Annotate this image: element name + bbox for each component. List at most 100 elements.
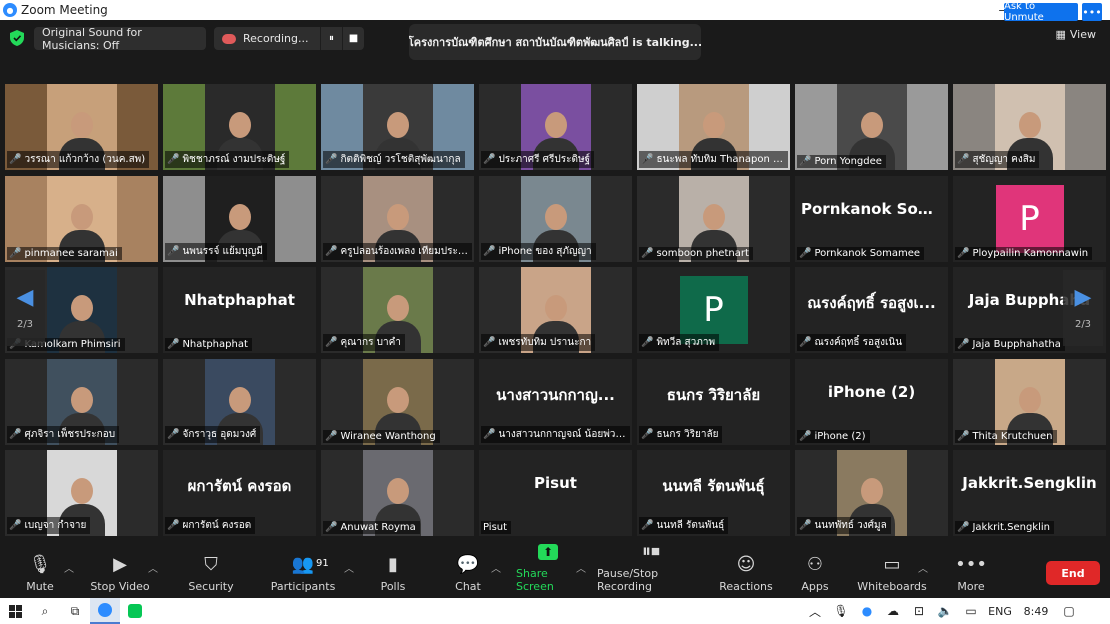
more-button[interactable]: ••• More <box>955 548 987 598</box>
stop-recording-button[interactable]: ■ <box>342 27 364 50</box>
person-head <box>386 478 409 504</box>
muted-microphone-icon: 🎤 <box>641 154 654 165</box>
mute-button[interactable]: 🎙 Mute <box>24 548 56 598</box>
participant-name-tag: 🎤 พิทวีล สุวภาพ <box>639 334 720 351</box>
ask-to-unmute-button[interactable]: Ask to Unmute <box>1004 1 1078 23</box>
chat-button[interactable]: 💬 Chat <box>454 548 482 598</box>
participant-tile[interactable]: 🎤 iPhone ของ สุภัญญา <box>479 175 632 262</box>
participant-tile[interactable]: 🎤 pinmanee saramai <box>5 175 158 262</box>
participant-tile[interactable]: P 🎤 พิทวีล สุวภาพ <box>637 267 790 353</box>
tray-battery-icon[interactable]: ▭ <box>958 604 984 618</box>
participant-tile[interactable]: Pornkanok Som... 🎤 Pornkanok Somamee <box>795 175 948 262</box>
participant-tile[interactable]: 🎤 Anuwat Royma <box>321 450 474 536</box>
apps-button[interactable]: ⚇ Apps <box>801 548 829 598</box>
participant-tile[interactable]: 🎤 ศุภจิรา เพ็ชรประกอบ <box>5 358 158 445</box>
participant-tile[interactable]: 🎤 ประภาศรี ศรีประดิษฐ์ <box>479 84 632 170</box>
participant-name-tag: 🎤 Jaja Bupphahatha <box>955 338 1065 351</box>
task-view-icon[interactable]: ⧉ <box>60 598 90 624</box>
share-screen-button[interactable]: ⬆ Share Screen <box>516 544 580 598</box>
microphone-icon: 🎙 <box>28 554 52 575</box>
language-indicator[interactable]: ENG <box>984 605 1016 618</box>
participant-tile[interactable]: 🎤 จักราวุธ อุดมวงศ์ <box>163 358 316 445</box>
participant-tile[interactable]: นางสาวนกกาญ... 🎤 นางสาวนกกาญจณ์ น้อยพ่วงค่… <box>479 358 632 445</box>
notification-center-icon[interactable]: ▢ <box>1056 604 1082 618</box>
tray-volume-icon[interactable]: 🔈 <box>932 604 958 618</box>
chat-options-caret-icon[interactable]: ︿ <box>491 560 501 575</box>
arrow-left-icon: ◀ <box>16 284 34 310</box>
windows-start-icon[interactable] <box>0 598 30 624</box>
participant-name-tag: 🎤 ประภาศรี ศรีประดิษฐ์ <box>481 151 595 168</box>
stop-video-button[interactable]: ▶ Stop Video <box>90 548 150 598</box>
participant-tile[interactable]: 🎤 ครูปลอนร้องเพลง เทียมประเสริฐ <box>321 175 474 262</box>
end-meeting-button[interactable]: End <box>1046 561 1100 585</box>
participant-tile[interactable]: 🎤 เพชรทับทิม ปรานะกา <box>479 267 632 353</box>
clock-time[interactable]: 8:49 <box>1016 605 1056 618</box>
participants-options-caret-icon[interactable]: ︿ <box>344 560 354 575</box>
participant-tile[interactable]: ณรงค์ฤทธิ์ รอสูงเ... 🎤 ณรงค์ฤทธิ์ รอสูงเนิ… <box>795 267 948 353</box>
reactions-label: Reactions <box>719 580 773 593</box>
tray-network-icon[interactable]: ⊡ <box>906 604 932 618</box>
search-icon[interactable]: ⌕ <box>30 598 60 624</box>
person-head <box>544 203 567 230</box>
participant-tile[interactable]: Pisut Pisut <box>479 450 632 536</box>
participant-tile[interactable]: 🎤 วรรณา แก้วกว้าง (วนค.สพ) <box>5 84 158 170</box>
participant-name-tag: 🎤 ศุภจิรา เพ็ชรประกอบ <box>7 425 120 443</box>
tray-cloud-icon[interactable]: ☁ <box>880 604 906 618</box>
participant-name-tag: 🎤 เบญจา กำจาย <box>7 517 91 534</box>
taskbar-zoom-app[interactable] <box>90 598 120 624</box>
tray-microphone-icon[interactable]: 🎙 <box>828 604 854 618</box>
person-head <box>860 478 883 504</box>
recording-indicator: Recording... ⏸ ■ <box>214 27 364 50</box>
participant-tile[interactable]: iPhone (2) 🎤 iPhone (2) <box>795 358 948 445</box>
participants-button[interactable]: 👥 Participants <box>271 548 336 598</box>
muted-microphone-icon: 🎤 <box>957 154 970 165</box>
participant-tile[interactable]: Nhatphaphat 🎤 Nhatphaphat <box>163 267 316 353</box>
participant-tile[interactable]: 🎤 somboon phetnart <box>637 175 790 262</box>
participant-tile[interactable]: 🎤ธนะพล ทับทิม Thanapon thubthim <box>637 84 790 170</box>
participant-tile[interactable]: 🎤 เบญจา กำจาย <box>5 450 158 536</box>
pause-recording-button[interactable]: ⏸ <box>320 27 342 50</box>
participant-tile[interactable]: P 🎤 Ploypailin Kamonnawin <box>953 175 1106 262</box>
tile-more-options-button[interactable]: ••• <box>1082 3 1102 21</box>
security-button[interactable]: ⛉ Security <box>188 548 234 598</box>
whiteboard-options-caret-icon[interactable]: ︿ <box>918 560 928 575</box>
polls-button[interactable]: ▮ Polls <box>378 548 408 598</box>
participant-tile[interactable]: 🎤 Thita Krutchuen <box>953 358 1106 445</box>
view-button[interactable]: ▦ View <box>1055 28 1096 41</box>
participant-tile[interactable]: 🎤 สุชัญญา คงสิม <box>953 84 1106 170</box>
audio-options-caret-icon[interactable]: ︿ <box>64 560 74 575</box>
reactions-button[interactable]: ☺ Reactions <box>719 548 773 598</box>
muted-microphone-icon: 🎤 <box>799 520 812 531</box>
participant-tile[interactable]: 🎤 คุณากร บาคำ <box>321 267 474 353</box>
muted-microphone-icon: 🎤 <box>641 428 654 440</box>
participant-name-tag: 🎤 Jakkrit.Sengklin <box>955 521 1054 534</box>
video-options-caret-icon[interactable]: ︿ <box>148 560 158 575</box>
participant-tile[interactable]: 🎤 กิตติพิชญ์ วรโชติสุพัฒนากุล <box>321 84 474 170</box>
participant-tile[interactable]: 🎤 Porn Yongdee <box>795 84 948 170</box>
participant-tile[interactable]: ธนกร วิริยาลัย 🎤 ธนกร วิริยาลัย <box>637 358 790 445</box>
participant-name: Porn Yongdee <box>814 156 882 167</box>
whiteboards-button[interactable]: ▭ Whiteboards <box>857 548 926 598</box>
share-options-caret-icon[interactable]: ︿ <box>576 560 586 575</box>
original-sound-toggle[interactable]: Original Sound for Musicians: Off <box>34 26 206 52</box>
participant-tile[interactable]: 🎤 พิชชาภรณ์ งามประดิษฐ์ <box>163 84 316 170</box>
participant-tile[interactable]: 🎤 นนทพัทธ์ วงศ์มูล <box>795 450 948 536</box>
participant-name: ธนะพล ทับทิม Thanapon thubthim <box>656 154 784 165</box>
muted-microphone-icon: 🎤 <box>957 430 970 442</box>
participant-tile[interactable]: 🎤 Wiranee Wanthong <box>321 358 474 445</box>
person-head <box>70 295 93 321</box>
participant-tile[interactable]: ผการัตน์ คงรอด 🎤 ผการัตน์ คงรอด <box>163 450 316 536</box>
participant-name: ศุภจิรา เพ็ชรประกอบ <box>24 428 116 440</box>
previous-page-button[interactable]: ◀ 2/3 <box>5 270 45 346</box>
muted-microphone-icon: 🎤 <box>799 247 812 259</box>
participant-tile[interactable]: 🎤 นพนรรจ์ แย้มบุญมี <box>163 175 316 262</box>
participant-tile[interactable]: Jakkrit.Sengklin 🎤 Jakkrit.Sengklin <box>953 450 1106 536</box>
taskbar-line-app[interactable] <box>120 598 150 624</box>
tray-zoom-icon[interactable]: ● <box>854 604 880 618</box>
next-page-button[interactable]: ▶ 2/3 <box>1063 270 1103 346</box>
encryption-shield-icon[interactable] <box>10 30 24 46</box>
participant-tile[interactable]: นนทลี รัตนพันธุ์ 🎤 นนทลี รัตนพันธุ์ <box>637 450 790 536</box>
meeting-header: Original Sound for Musicians: Off Record… <box>0 20 1110 84</box>
pause-stop-recording-button[interactable]: ⏸⏹ Pause/Stop Recording <box>597 541 705 598</box>
tray-chevron-up-icon[interactable]: ︿ <box>802 603 828 620</box>
